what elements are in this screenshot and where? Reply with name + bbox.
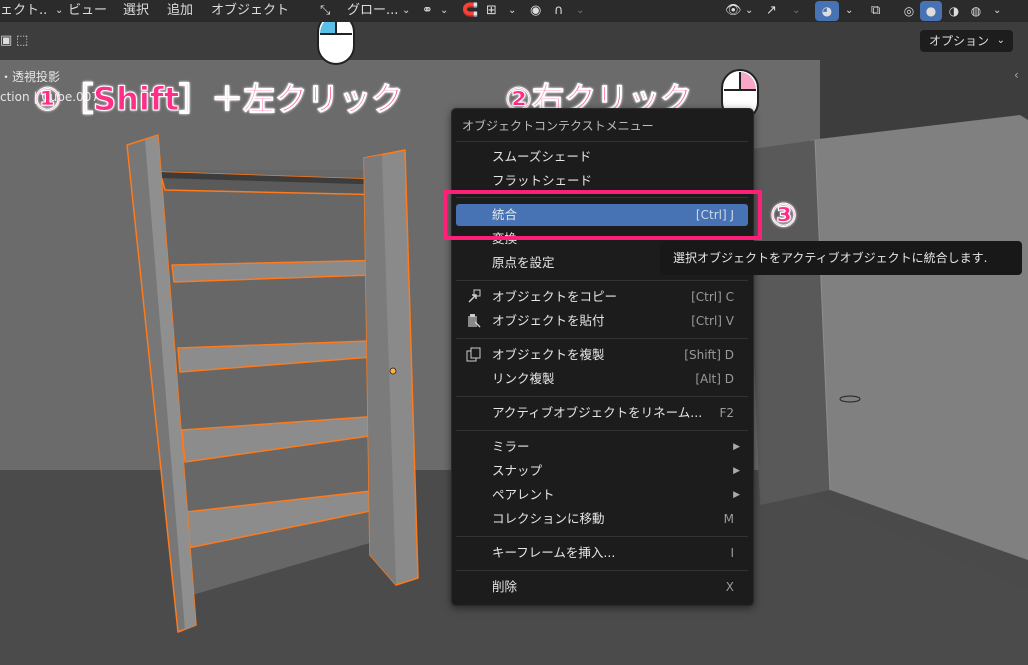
- snap-icon[interactable]: 🧲: [462, 2, 478, 20]
- chevron-down-icon[interactable]: ⌄: [845, 2, 853, 20]
- menu-item-parent[interactable]: ペアレント ▶: [456, 484, 748, 506]
- menu-separator: [456, 536, 748, 537]
- copy-icon: [468, 289, 481, 303]
- menu-item-smooth-shade[interactable]: スムーズシェード: [456, 146, 748, 168]
- menu-item-flat-shade[interactable]: フラットシェード: [456, 170, 748, 192]
- falloff-icon[interactable]: ∩: [554, 2, 564, 20]
- chevron-down-icon[interactable]: ⌄: [576, 2, 584, 20]
- sidebar-toggle-icon[interactable]: ‹: [1014, 68, 1028, 94]
- viewport-header: ェクト.. ⌄ ビュー 選択 追加 オブジェクト ⤡ グロー... ⌄ ⚭ ⌄ …: [0, 0, 1028, 22]
- chevron-down-icon[interactable]: ⌄: [745, 2, 753, 20]
- menu-item-copy-objects[interactable]: オブジェクトをコピー [Ctrl] C: [456, 286, 748, 308]
- menu-add[interactable]: 追加: [167, 2, 193, 20]
- visibility-eye-icon[interactable]: 👁: [725, 2, 742, 20]
- menu-item-delete[interactable]: 削除 X: [456, 576, 748, 598]
- chevron-down-icon: ⌄: [996, 35, 1005, 46]
- object-context-menu: オブジェクトコンテクストメニュー スムーズシェード フラットシェード 統合 [C…: [451, 108, 754, 606]
- menu-separator: [456, 141, 748, 142]
- join-tooltip: 選択オブジェクトをアクティブオブジェクトに統合します.: [660, 241, 1022, 275]
- menu-separator: [456, 570, 748, 571]
- menu-item-duplicate-linked[interactable]: リンク複製 [Alt] D: [456, 368, 748, 390]
- transform-orientation-select[interactable]: グロー...: [347, 2, 398, 20]
- chevron-down-icon[interactable]: ⌄: [440, 2, 448, 20]
- menu-item-insert-keyframe[interactable]: キーフレームを挿入... I: [456, 542, 748, 564]
- chevron-down-icon[interactable]: ⌄: [55, 2, 63, 20]
- solid-shading-icon[interactable]: ●: [920, 1, 942, 21]
- chevron-down-icon[interactable]: ⌄: [993, 2, 1001, 20]
- xray-icon[interactable]: ⧉: [871, 2, 880, 20]
- submenu-arrow-icon: ▶: [733, 442, 740, 452]
- submenu-arrow-icon: ▶: [733, 490, 740, 500]
- annotation-highlight-box: [443, 190, 762, 240]
- menu-separator: [456, 280, 748, 281]
- chevron-down-icon[interactable]: ⌄: [508, 2, 516, 20]
- right-wall: [810, 115, 1028, 560]
- context-menu-title: オブジェクトコンテクストメニュー: [462, 119, 654, 133]
- paste-icon: [468, 314, 481, 328]
- overlays-icon[interactable]: ◕: [815, 1, 839, 21]
- duplicate-icon: [466, 347, 481, 362]
- 3d-viewport[interactable]: ェクト.. ⌄ ビュー 選択 追加 オブジェクト ⤡ グロー... ⌄ ⚭ ⌄ …: [0, 0, 1028, 665]
- menu-item-snap[interactable]: スナップ ▶: [456, 460, 748, 482]
- menu-select[interactable]: 選択: [123, 2, 149, 20]
- object-origin: [389, 367, 397, 375]
- pivot-point-icon[interactable]: ⚭: [422, 2, 433, 20]
- menu-separator: [456, 430, 748, 431]
- menu-item-move-to-collection[interactable]: コレクションに移動 M: [456, 508, 748, 530]
- menu-item-duplicate-objects[interactable]: オブジェクトを複製 [Shift] D: [456, 344, 748, 366]
- menu-object-mode[interactable]: ェクト..: [0, 2, 47, 20]
- snap-target-icon[interactable]: ⊞: [486, 2, 497, 20]
- transform-orientation-icon[interactable]: ⤡: [320, 2, 330, 20]
- menu-item-mirror[interactable]: ミラー ▶: [456, 436, 748, 458]
- material-shading-icon[interactable]: ◑: [943, 1, 965, 21]
- submenu-arrow-icon: ▶: [733, 466, 740, 476]
- menu-object[interactable]: オブジェクト: [211, 2, 289, 20]
- annotation-step1: ①［Shift］＋左クリック: [33, 80, 404, 119]
- menu-item-paste-objects[interactable]: オブジェクトを貼付 [Ctrl] V: [456, 310, 748, 332]
- select-box-icon[interactable]: ⬚: [16, 32, 28, 50]
- annotation-step3: ③: [769, 196, 798, 235]
- menu-view[interactable]: ビュー: [68, 2, 107, 20]
- select-mode-icon[interactable]: ▣: [0, 32, 12, 50]
- wireframe-shading-icon[interactable]: ◎: [898, 1, 920, 21]
- gizmo-icon[interactable]: ↗: [766, 2, 777, 20]
- menu-separator: [456, 338, 748, 339]
- chevron-down-icon[interactable]: ⌄: [402, 2, 410, 20]
- rendered-shading-icon[interactable]: ◍: [965, 1, 987, 21]
- menu-separator: [456, 396, 748, 397]
- chevron-down-icon[interactable]: ⌄: [792, 2, 800, 20]
- options-button[interactable]: オプション ⌄: [920, 30, 1013, 52]
- options-label: オプション: [929, 34, 990, 48]
- bookshelf[interactable]: [126, 134, 419, 633]
- menu-item-rename-active[interactable]: アクティブオブジェクトをリネーム... F2: [456, 402, 748, 424]
- proportional-editing-icon[interactable]: ◉: [530, 2, 541, 20]
